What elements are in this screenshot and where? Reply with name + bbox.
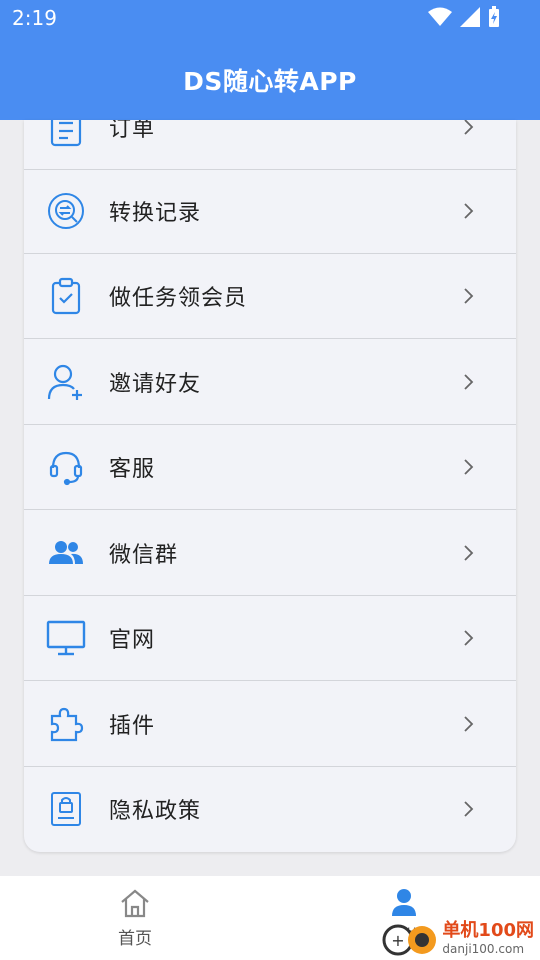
task-clipboard-icon — [46, 276, 86, 316]
page-title: DS随心转APP — [183, 67, 357, 96]
home-icon — [121, 889, 149, 918]
menu-item-label: 做任务领会员 — [109, 286, 248, 311]
menu-item-task-member[interactable]: 做任务领会员 — [24, 254, 516, 339]
menu-item-order[interactable]: 订单 — [24, 120, 516, 170]
menu-item-label: 微信群 — [109, 543, 179, 568]
menu-item-customer-service[interactable]: 客服 — [24, 425, 516, 510]
chevron-right-icon — [462, 203, 476, 219]
menu-item-label: 转换记录 — [109, 201, 202, 226]
menu-item-label: 订单 — [109, 120, 156, 142]
chevron-right-icon — [462, 374, 476, 390]
watermark-title: 单机100网 — [442, 919, 534, 941]
menu-item-invite-friends[interactable]: 邀请好友 — [24, 340, 516, 425]
watermark-url: danji100.com — [442, 941, 525, 956]
menu-item-label: 插件 — [109, 714, 156, 739]
menu-item-label: 隐私政策 — [109, 799, 202, 824]
user-icon — [392, 889, 416, 916]
menu-item-wechat-group[interactable]: 微信群 — [24, 511, 516, 596]
status-time: 2:19 — [12, 6, 57, 30]
menu-item-label: 邀请好友 — [109, 372, 202, 397]
chevron-right-icon — [462, 459, 476, 475]
chevron-right-icon — [462, 545, 476, 561]
menu-card: 订单 转换记录 做任务领会员 邀请好友 客服 微信群 官网 插件 隐私政策 — [24, 120, 516, 852]
status-icons — [428, 6, 500, 28]
privacy-lock-icon — [46, 789, 86, 829]
watermark-logo-icon: + — [382, 924, 437, 956]
menu-item-label: 客服 — [109, 457, 156, 482]
battery-charging-icon — [489, 6, 499, 27]
watermark: + 单机100网 danji100.com — [382, 918, 534, 958]
convert-record-icon — [46, 191, 86, 231]
menu-item-convert-record[interactable]: 转换记录 — [24, 169, 516, 254]
tab-label: 首页 — [118, 929, 152, 949]
chevron-right-icon — [462, 630, 476, 646]
wifi-icon — [428, 7, 452, 26]
headset-icon — [46, 447, 86, 487]
group-users-icon — [46, 533, 86, 573]
svg-text:+: + — [392, 931, 405, 950]
menu-item-plugin[interactable]: 插件 — [24, 682, 516, 767]
menu-item-privacy-policy[interactable]: 隐私政策 — [24, 767, 516, 851]
monitor-icon — [46, 618, 86, 658]
signal-icon — [460, 7, 480, 27]
puzzle-icon — [46, 704, 86, 744]
bottom-tab-bar: 首页 我的 + 单机100网 danji100.com — [0, 876, 540, 960]
chevron-right-icon — [462, 288, 476, 304]
menu-item-label: 官网 — [109, 628, 156, 653]
tab-home[interactable]: 首页 — [75, 888, 195, 949]
menu-item-official-site[interactable]: 官网 — [24, 596, 516, 681]
chevron-right-icon — [462, 716, 476, 732]
app-bar: 2:19 DS随心转APP — [0, 0, 540, 120]
chevron-right-icon — [462, 120, 476, 135]
chevron-right-icon — [462, 801, 476, 817]
add-user-icon — [46, 362, 86, 402]
order-list-icon — [46, 120, 86, 147]
